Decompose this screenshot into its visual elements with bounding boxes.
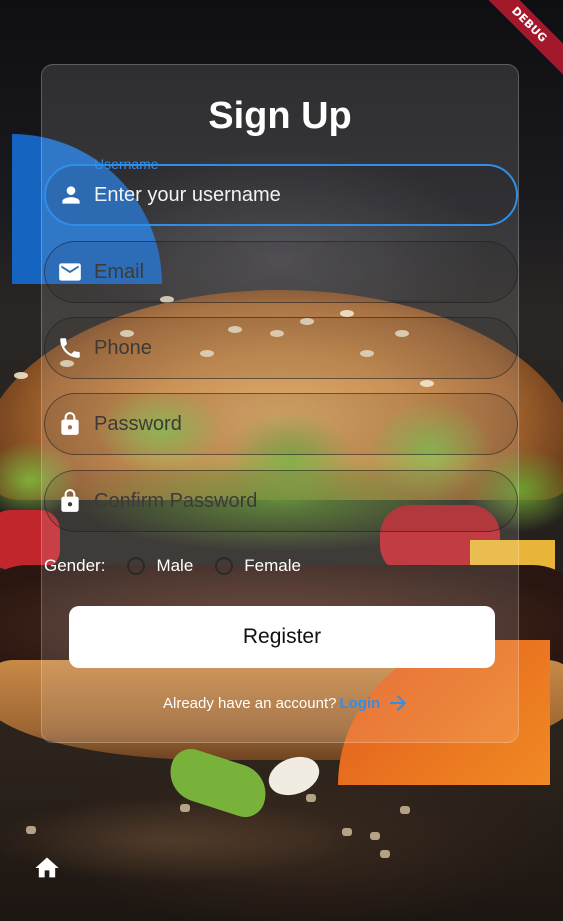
signup-card: Sign Up Username Enter your username Ema…: [41, 64, 519, 743]
login-prompt-row: Already have an account? Login: [163, 691, 410, 715]
lock-icon: [61, 412, 79, 435]
male-label: Male: [156, 556, 194, 575]
register-button[interactable]: Register: [69, 606, 495, 668]
gender-row: Gender: Male Female: [44, 555, 301, 577]
gender-option-male[interactable]: Male: [127, 556, 193, 576]
home-icon[interactable]: [33, 854, 61, 882]
password-input[interactable]: Password: [94, 394, 182, 454]
username-input[interactable]: Enter your username: [94, 166, 281, 224]
login-link[interactable]: Login: [339, 695, 380, 712]
arrow-right-icon[interactable]: [386, 691, 410, 715]
confirm-password-field[interactable]: Confirm Password: [44, 470, 518, 532]
login-prompt-text: Already have an account?: [163, 694, 337, 712]
female-radio[interactable]: [215, 557, 234, 575]
person-icon: [62, 186, 80, 204]
email-input[interactable]: Email: [94, 242, 144, 302]
phone-input[interactable]: Phone: [94, 318, 152, 378]
phone-field[interactable]: Phone: [44, 317, 518, 379]
password-field[interactable]: Password: [44, 393, 518, 455]
gender-label: Gender:: [44, 556, 106, 575]
male-radio[interactable]: [127, 557, 146, 575]
gender-option-female[interactable]: Female: [215, 556, 301, 576]
username-field[interactable]: Username Enter your username: [44, 156, 518, 226]
lock-icon: [61, 489, 79, 512]
page-title: Sign Up: [208, 95, 352, 137]
phone-icon: [60, 338, 80, 358]
app-screen: Sign Up Username Enter your username Ema…: [0, 0, 563, 921]
confirm-password-input[interactable]: Confirm Password: [94, 471, 257, 531]
female-label: Female: [244, 556, 301, 575]
mail-icon: [59, 263, 81, 281]
email-field[interactable]: Email: [44, 241, 518, 303]
